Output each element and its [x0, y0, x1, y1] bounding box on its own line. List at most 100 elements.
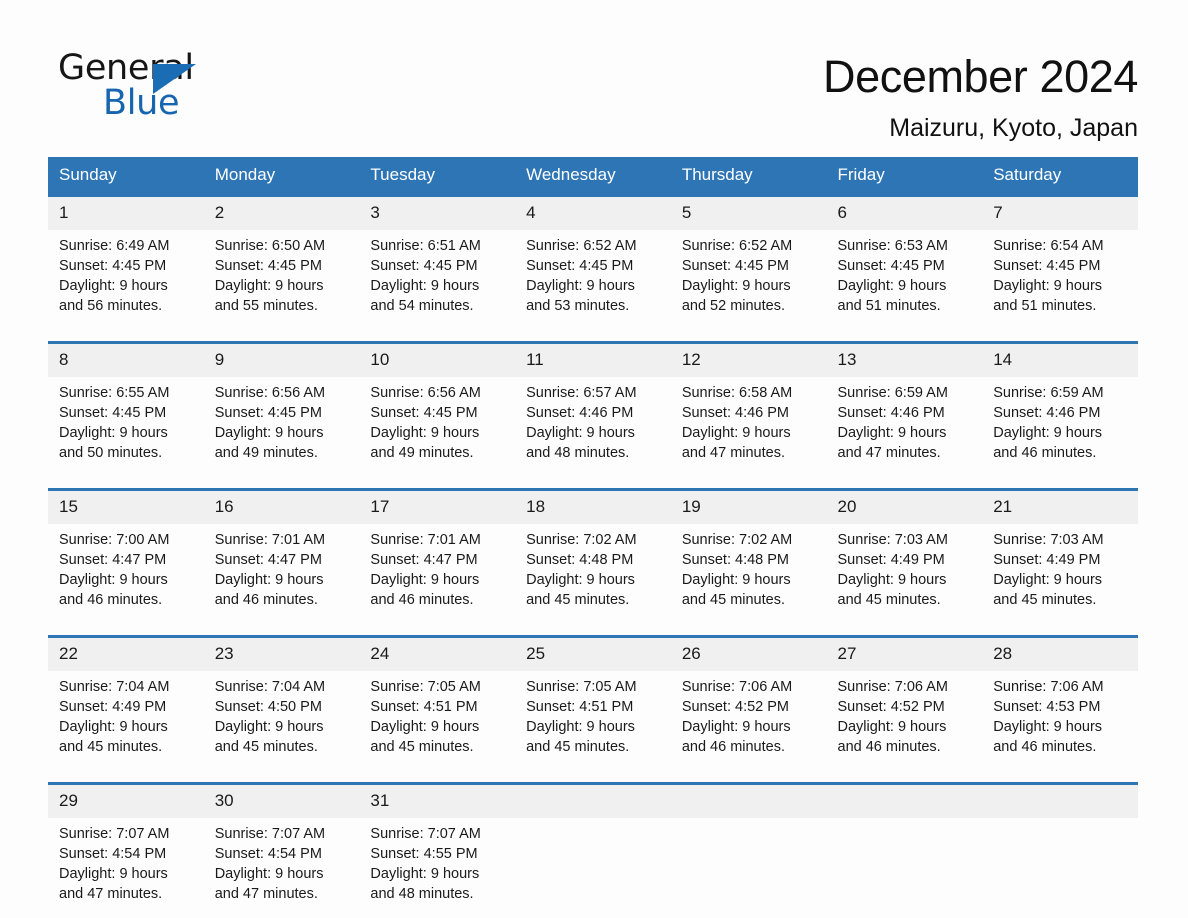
- day-details: Sunrise: 6:58 AM Sunset: 4:46 PM Dayligh…: [670, 377, 827, 467]
- page-title: December 2024: [823, 51, 1138, 102]
- day-details: Sunrise: 7:01 AM Sunset: 4:47 PM Dayligh…: [359, 524, 516, 614]
- week-spacer: [48, 761, 1138, 784]
- weekday-header-monday: Monday: [203, 157, 360, 196]
- day-number[interactable]: 24: [359, 635, 516, 671]
- day-number[interactable]: 8: [48, 341, 204, 377]
- title-block: December 2024 Maizuru, Kyoto, Japan: [823, 48, 1138, 145]
- day-details: Sunrise: 7:04 AM Sunset: 4:49 PM Dayligh…: [48, 671, 204, 761]
- day-number[interactable]: 14: [982, 341, 1138, 377]
- day-number[interactable]: 19: [670, 488, 827, 524]
- day-number[interactable]: 20: [826, 488, 983, 524]
- day-details: Sunrise: 6:57 AM Sunset: 4:46 PM Dayligh…: [515, 377, 671, 467]
- day-details: Sunrise: 7:07 AM Sunset: 4:55 PM Dayligh…: [359, 818, 516, 908]
- calendar-table: Sunday Monday Tuesday Wednesday Thursday…: [48, 157, 1138, 908]
- day-number[interactable]: 16: [203, 488, 360, 524]
- day-number[interactable]: 13: [826, 341, 983, 377]
- calendar-body: 1 2 3 4 5 6 7 Sunrise: 6:49 AM Sunset: 4…: [48, 194, 1138, 908]
- day-number[interactable]: 15: [48, 488, 204, 524]
- day-details: Sunrise: 7:00 AM Sunset: 4:47 PM Dayligh…: [48, 524, 204, 614]
- week-spacer: [48, 614, 1138, 637]
- week-row-daynumbers: 8 9 10 11 12 13 14: [48, 341, 1138, 377]
- day-number-empty: [982, 782, 1138, 818]
- day-details: Sunrise: 6:52 AM Sunset: 4:45 PM Dayligh…: [515, 230, 671, 320]
- page-header: General Blue December 2024 Maizuru, Kyot…: [0, 0, 1188, 145]
- day-number-empty: [670, 782, 827, 818]
- day-number[interactable]: 10: [359, 341, 516, 377]
- calendar-container: Sunday Monday Tuesday Wednesday Thursday…: [48, 157, 1138, 908]
- weekday-header-tuesday: Tuesday: [359, 157, 516, 196]
- day-details-empty: [515, 818, 671, 908]
- weekday-header-thursday: Thursday: [670, 157, 827, 196]
- general-blue-logo: General Blue: [58, 48, 278, 123]
- day-number[interactable]: 2: [203, 194, 360, 230]
- day-number[interactable]: 17: [359, 488, 516, 524]
- week-spacer: [48, 467, 1138, 490]
- day-number[interactable]: 1: [48, 194, 204, 230]
- day-number[interactable]: 23: [203, 635, 360, 671]
- day-details: Sunrise: 7:03 AM Sunset: 4:49 PM Dayligh…: [982, 524, 1138, 614]
- day-details: Sunrise: 7:03 AM Sunset: 4:49 PM Dayligh…: [826, 524, 983, 614]
- day-details: Sunrise: 6:59 AM Sunset: 4:46 PM Dayligh…: [982, 377, 1138, 467]
- day-number[interactable]: 31: [359, 782, 516, 818]
- day-number[interactable]: 9: [203, 341, 360, 377]
- day-number-empty: [826, 782, 983, 818]
- day-details: Sunrise: 7:05 AM Sunset: 4:51 PM Dayligh…: [515, 671, 671, 761]
- day-details: Sunrise: 6:56 AM Sunset: 4:45 PM Dayligh…: [359, 377, 516, 467]
- day-details-empty: [826, 818, 983, 908]
- day-number[interactable]: 30: [203, 782, 360, 818]
- day-number[interactable]: 28: [982, 635, 1138, 671]
- day-number-empty: [515, 782, 671, 818]
- day-details: Sunrise: 6:54 AM Sunset: 4:45 PM Dayligh…: [982, 230, 1138, 320]
- day-number[interactable]: 3: [359, 194, 516, 230]
- week-row-daynumbers: 29 30 31: [48, 782, 1138, 818]
- day-details: Sunrise: 6:56 AM Sunset: 4:45 PM Dayligh…: [203, 377, 360, 467]
- week-row-daynumbers: 15 16 17 18 19 20 21: [48, 488, 1138, 524]
- day-details: Sunrise: 7:07 AM Sunset: 4:54 PM Dayligh…: [48, 818, 204, 908]
- day-details: Sunrise: 7:02 AM Sunset: 4:48 PM Dayligh…: [515, 524, 671, 614]
- day-details: Sunrise: 7:01 AM Sunset: 4:47 PM Dayligh…: [203, 524, 360, 614]
- week-row-details: Sunrise: 6:55 AM Sunset: 4:45 PM Dayligh…: [48, 377, 1138, 467]
- week-spacer: [48, 320, 1138, 343]
- calendar-header-row: Sunday Monday Tuesday Wednesday Thursday…: [48, 157, 1138, 196]
- day-number[interactable]: 25: [515, 635, 671, 671]
- weekday-header-wednesday: Wednesday: [515, 157, 671, 196]
- calendar-page: General Blue December 2024 Maizuru, Kyot…: [0, 0, 1188, 918]
- week-row-details: Sunrise: 6:49 AM Sunset: 4:45 PM Dayligh…: [48, 230, 1138, 320]
- day-number[interactable]: 18: [515, 488, 671, 524]
- day-details: Sunrise: 6:52 AM Sunset: 4:45 PM Dayligh…: [670, 230, 827, 320]
- day-details: Sunrise: 7:06 AM Sunset: 4:52 PM Dayligh…: [826, 671, 983, 761]
- day-details: Sunrise: 6:55 AM Sunset: 4:45 PM Dayligh…: [48, 377, 204, 467]
- day-details: Sunrise: 7:04 AM Sunset: 4:50 PM Dayligh…: [203, 671, 360, 761]
- day-details: Sunrise: 7:07 AM Sunset: 4:54 PM Dayligh…: [203, 818, 360, 908]
- day-details-empty: [670, 818, 827, 908]
- day-number[interactable]: 27: [826, 635, 983, 671]
- day-number[interactable]: 21: [982, 488, 1138, 524]
- week-row-daynumbers: 22 23 24 25 26 27 28: [48, 635, 1138, 671]
- weekday-header-sunday: Sunday: [48, 157, 204, 196]
- day-number[interactable]: 26: [670, 635, 827, 671]
- day-details-empty: [982, 818, 1138, 908]
- week-row-daynumbers: 1 2 3 4 5 6 7: [48, 194, 1138, 230]
- day-details: Sunrise: 7:02 AM Sunset: 4:48 PM Dayligh…: [670, 524, 827, 614]
- day-number[interactable]: 4: [515, 194, 671, 230]
- day-number[interactable]: 5: [670, 194, 827, 230]
- week-row-details: Sunrise: 7:04 AM Sunset: 4:49 PM Dayligh…: [48, 671, 1138, 761]
- day-number[interactable]: 22: [48, 635, 204, 671]
- day-number[interactable]: 7: [982, 194, 1138, 230]
- day-details: Sunrise: 6:59 AM Sunset: 4:46 PM Dayligh…: [826, 377, 983, 467]
- day-details: Sunrise: 7:05 AM Sunset: 4:51 PM Dayligh…: [359, 671, 516, 761]
- week-row-details: Sunrise: 7:07 AM Sunset: 4:54 PM Dayligh…: [48, 818, 1138, 908]
- day-details: Sunrise: 7:06 AM Sunset: 4:52 PM Dayligh…: [670, 671, 827, 761]
- weekday-header-saturday: Saturday: [982, 157, 1138, 196]
- day-details: Sunrise: 6:51 AM Sunset: 4:45 PM Dayligh…: [359, 230, 516, 320]
- logo-text-blue: Blue: [103, 83, 180, 123]
- location-subtitle: Maizuru, Kyoto, Japan: [889, 114, 1138, 142]
- day-number[interactable]: 6: [826, 194, 983, 230]
- day-number[interactable]: 29: [48, 782, 204, 818]
- week-row-details: Sunrise: 7:00 AM Sunset: 4:47 PM Dayligh…: [48, 524, 1138, 614]
- day-details: Sunrise: 6:50 AM Sunset: 4:45 PM Dayligh…: [203, 230, 360, 320]
- day-details: Sunrise: 6:49 AM Sunset: 4:45 PM Dayligh…: [48, 230, 204, 320]
- day-number[interactable]: 12: [670, 341, 827, 377]
- day-number[interactable]: 11: [515, 341, 671, 377]
- weekday-header-friday: Friday: [826, 157, 983, 196]
